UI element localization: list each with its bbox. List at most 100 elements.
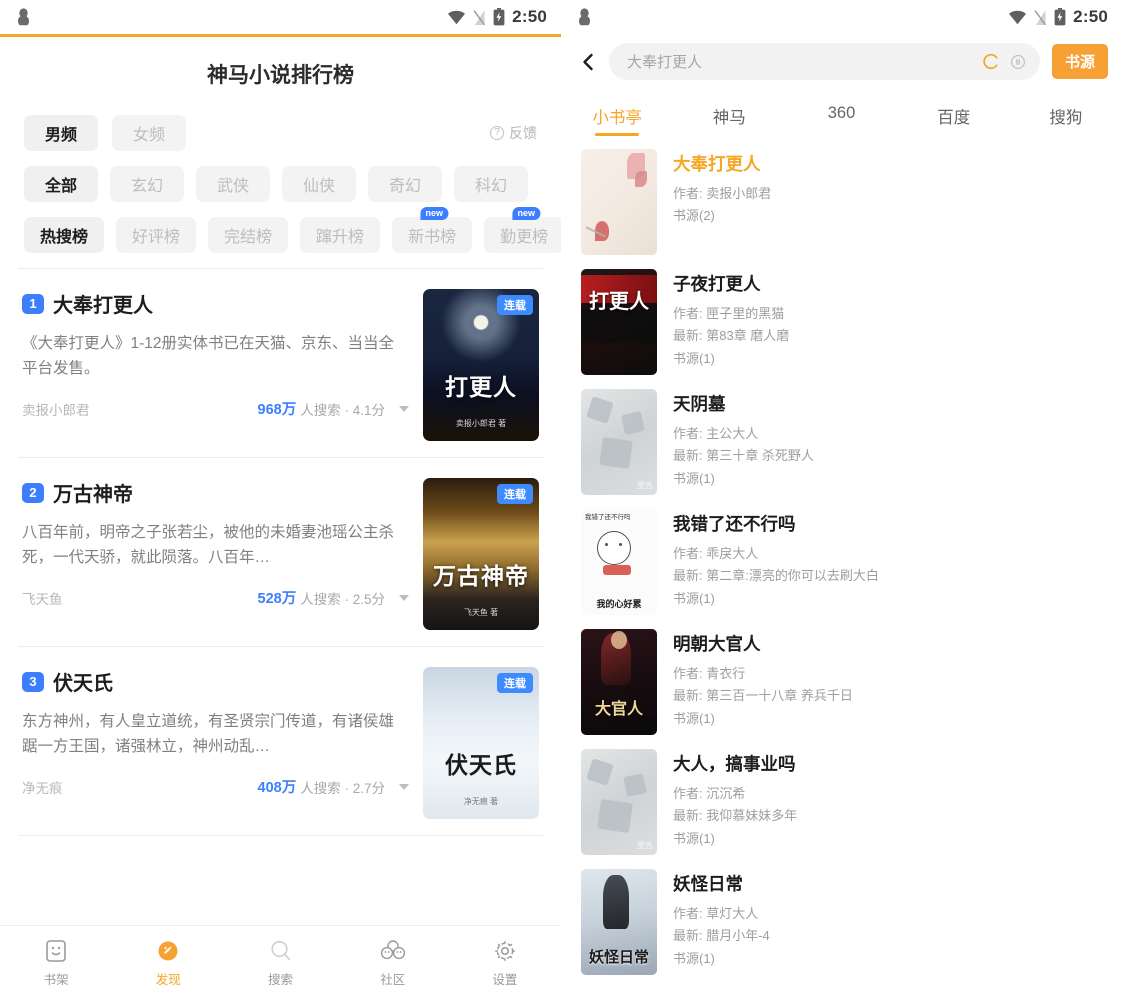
book-cover[interactable]: 里告: [581, 749, 657, 855]
status-badge: 连载: [497, 295, 533, 315]
result-source-count: 书源(1): [673, 468, 1104, 490]
rank-tab-frequentupdate[interactable]: new 勤更榜: [484, 217, 561, 253]
book-cover[interactable]: 连载 万古神帝 飞天鱼 著: [423, 478, 539, 630]
list-item[interactable]: 妖怪日常 妖怪日常 作者: 草灯大人 最新: 腊月小年-4 书源(1): [561, 862, 1122, 982]
list-item[interactable]: 2 万古神帝 八百年前，明帝之子张若尘，被他的未婚妻池瑶公主杀死，一代天骄，就此…: [18, 458, 543, 647]
status-bar-right: 2:50: [561, 0, 1122, 34]
book-cover[interactable]: 连载 打更人 卖报小郎君 著: [423, 289, 539, 441]
cover-title: 大官人: [581, 695, 657, 719]
nav-item-search[interactable]: 搜索: [224, 938, 336, 988]
genre-tab-all[interactable]: 全部: [24, 166, 98, 202]
result-latest-chapter: 最新: 第三十章 杀死野人: [673, 445, 1104, 467]
tab-shenma[interactable]: 神马: [673, 97, 785, 136]
search-input-value: 大奉打更人: [627, 51, 973, 72]
book-description: 东方神州，有人皇立道统，有圣贤宗门传道，有诸侯雄踞一方王国，诸强林立，神州动乱…: [22, 709, 409, 759]
gender-tab-male[interactable]: 男频: [24, 115, 98, 151]
list-item[interactable]: 我错了还不行吗 我的心好累 我错了还不行吗 作者: 乖戾大人 最新: 第二章:漂…: [561, 502, 1122, 622]
nav-item-settings[interactable]: 设置: [449, 938, 561, 988]
nav-item-community[interactable]: 社区: [337, 938, 449, 988]
chevron-down-icon[interactable]: [399, 784, 409, 790]
book-title: 万古神帝: [53, 478, 133, 507]
rank-tab-rising[interactable]: 蹿升榜: [300, 217, 380, 253]
tab-baidu[interactable]: 百度: [898, 97, 1010, 136]
chevron-down-icon[interactable]: [399, 595, 409, 601]
result-author: 作者: 草灯大人: [673, 903, 1104, 925]
list-item[interactable]: 3 伏天氏 东方神州，有人皇立道统，有圣贤宗门传道，有诸侯雄踞一方王国，诸强林立…: [18, 647, 543, 836]
book-cover[interactable]: 大官人: [581, 629, 657, 735]
rank-tab-hotsearch-label: 热搜榜: [40, 223, 88, 247]
result-title: 子夜打更人: [673, 271, 1104, 296]
genre-tab-wuxia[interactable]: 武侠: [196, 166, 270, 202]
rank-badge: 2: [22, 483, 44, 503]
book-cover[interactable]: 里告: [581, 389, 657, 495]
rank-item-header: 1 大奉打更人: [22, 289, 409, 318]
tab-360[interactable]: 360: [785, 97, 897, 136]
community-icon: [379, 938, 407, 964]
book-cover[interactable]: 我错了还不行吗 我的心好累: [581, 509, 657, 615]
genre-tab-xuanhuan-label: 玄幻: [131, 172, 163, 196]
rank-tab-hotsearch[interactable]: 热搜榜: [24, 217, 104, 253]
result-title: 天阴墓: [673, 391, 1104, 416]
tab-xiaoshuting[interactable]: 小书亭: [561, 97, 673, 136]
result-text: 我错了还不行吗 作者: 乖戾大人 最新: 第二章:漂亮的你可以去刷大白 书源(1…: [673, 509, 1104, 615]
gear-icon: [492, 938, 518, 964]
list-item[interactable]: 大官人 明朝大官人 作者: 青衣行 最新: 第三百一十八章 养兵千日 书源(1): [561, 622, 1122, 742]
list-item[interactable]: 大奉打更人 作者: 卖报小郎君 书源(2): [561, 142, 1122, 262]
result-author: 作者: 卖报小郎君: [673, 183, 1104, 205]
source-tab-bar: 小书亭 神马 360 百度 搜狗: [561, 92, 1122, 136]
feedback-button[interactable]: ? 反馈: [490, 115, 537, 151]
book-meta-row: 卖报小郎君 968万 人搜索 · 4.1分: [22, 398, 409, 419]
rank-item-text: 3 伏天氏 东方神州，有人皇立道统，有圣贤宗门传道，有诸侯雄踞一方王国，诸强林立…: [22, 667, 423, 819]
chevron-down-icon[interactable]: [399, 406, 409, 412]
rank-tab-praise-label: 好评榜: [132, 223, 180, 247]
search-count: 528万: [258, 587, 297, 608]
rank-tab-finished[interactable]: 完结榜: [208, 217, 288, 253]
genre-tab-xianxia-label: 仙侠: [303, 172, 335, 196]
result-source-count: 书源(1): [673, 948, 1104, 970]
gender-tab-female-label: 女频: [133, 121, 165, 145]
rank-tab-praise[interactable]: 好评榜: [116, 217, 196, 253]
cover-title: 伏天氏: [423, 746, 539, 780]
list-item[interactable]: 里告 大人，搞事业吗 作者: 沉沉希 最新: 我仰慕妹妹多年 书源(1): [561, 742, 1122, 862]
book-cover[interactable]: 打更人: [581, 269, 657, 375]
rank-item-text: 2 万古神帝 八百年前，明帝之子张若尘，被他的未婚妻池瑶公主杀死，一代天骄，就此…: [22, 478, 423, 630]
rank-tab-newbook[interactable]: new 新书榜: [392, 217, 472, 253]
stop-circle-icon[interactable]: [1010, 54, 1026, 70]
book-cover[interactable]: [581, 149, 657, 255]
status-bar-time: 2:50: [512, 7, 547, 27]
gender-tab-row: 男频 女频 ? 反馈: [24, 115, 537, 151]
list-item[interactable]: 1 大奉打更人 《大奉打更人》1-12册实体书已在天猫、京东、当当全平台发售。 …: [18, 269, 543, 458]
search-input[interactable]: 大奉打更人: [609, 43, 1040, 80]
cover-watermark: 里告: [637, 840, 653, 851]
genre-tab-kehuan[interactable]: 科幻: [454, 166, 528, 202]
result-text: 明朝大官人 作者: 青衣行 最新: 第三百一十八章 养兵千日 书源(1): [673, 629, 1104, 735]
right-phone-screen: 2:50 大奉打更人 书源 小书亭 神马 3: [561, 0, 1122, 999]
book-stats: 408万 人搜索 · 2.7分: [258, 776, 409, 797]
book-description: 《大奉打更人》1-12册实体书已在天猫、京东、当当全平台发售。: [22, 331, 409, 381]
book-cover[interactable]: 妖怪日常: [581, 869, 657, 975]
gender-tab-female[interactable]: 女频: [112, 115, 186, 151]
genre-tab-xianxia[interactable]: 仙侠: [282, 166, 356, 202]
list-item[interactable]: 打更人 子夜打更人 作者: 匣子里的黑猫 最新: 第83章 磨人磨 书源(1): [561, 262, 1122, 382]
genre-tab-xuanhuan[interactable]: 玄幻: [110, 166, 184, 202]
cover-subtitle: 净无痕 著: [423, 796, 539, 807]
search-count: 408万: [258, 776, 297, 797]
search-results-list: 大奉打更人 作者: 卖报小郎君 书源(2) 打更人 子夜打更人 作者: 匣子里的…: [561, 142, 1122, 982]
cover-title: 打更人: [581, 285, 657, 314]
back-chevron-icon[interactable]: [579, 53, 597, 71]
result-source-count: 书源(1): [673, 708, 1104, 730]
list-item[interactable]: 里告 天阴墓 作者: 主公大人 最新: 第三十章 杀死野人 书源(1): [561, 382, 1122, 502]
tab-sogou[interactable]: 搜狗: [1010, 97, 1122, 136]
book-source-button[interactable]: 书源: [1052, 44, 1108, 79]
nav-item-bookshelf[interactable]: 书架: [0, 938, 112, 988]
search-suffix: 人搜索 · 2.5分: [300, 588, 385, 608]
cover-top-text: 我错了还不行吗: [585, 511, 631, 521]
cover-title: 万古神帝: [423, 557, 539, 591]
book-cover[interactable]: 连载 伏天氏 净无痕 著: [423, 667, 539, 819]
result-source-count: 书源(1): [673, 588, 1104, 610]
rank-tab-frequentupdate-label: 勤更榜: [500, 223, 548, 247]
nav-item-discover[interactable]: 发现: [112, 938, 224, 988]
genre-tab-qihuan[interactable]: 奇幻: [368, 166, 442, 202]
page-title: 神马小说排行榜: [0, 37, 561, 115]
rank-tab-rising-label: 蹿升榜: [316, 223, 364, 247]
